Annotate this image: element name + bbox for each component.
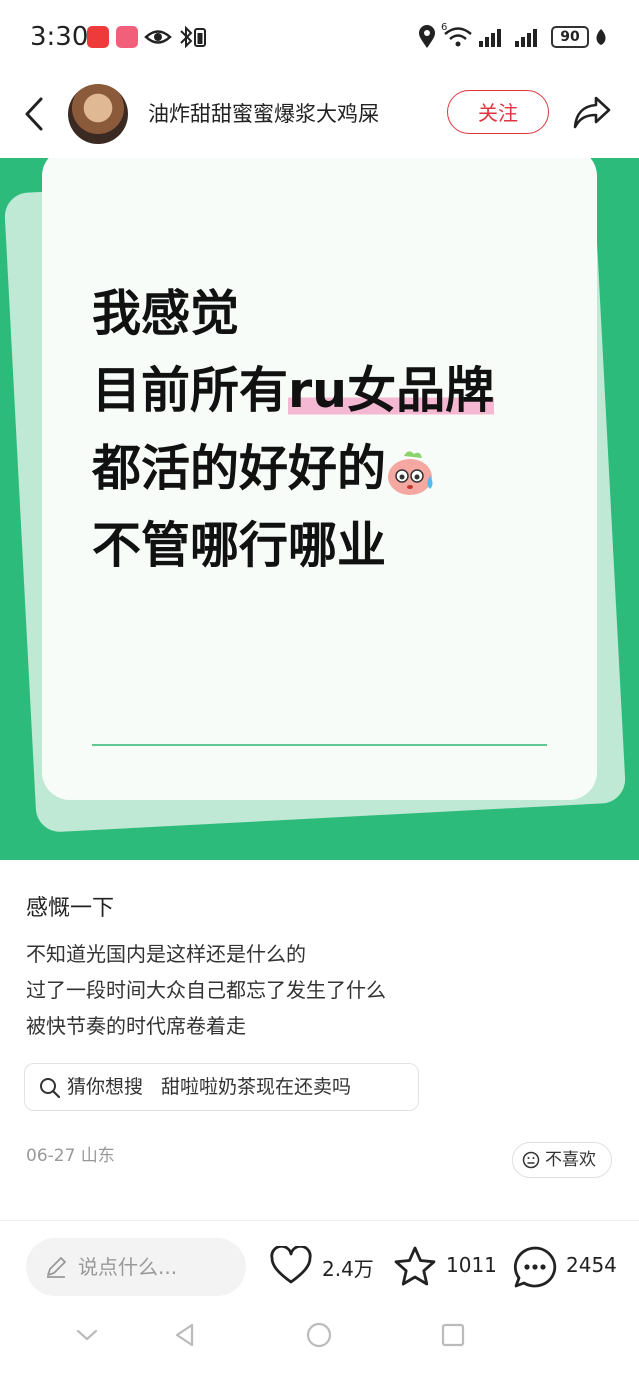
- post-date-location: 06-27 山东: [26, 1146, 115, 1166]
- battery-indicator: 90: [551, 26, 589, 48]
- nav-collapse-icon[interactable]: [74, 1322, 100, 1348]
- author-avatar[interactable]: [68, 84, 128, 144]
- back-icon[interactable]: [22, 96, 46, 132]
- post-body-line: 不知道光国内是这样还是什么的: [26, 942, 306, 966]
- nav-recents-icon[interactable]: [440, 1322, 466, 1348]
- hero-line-3: 都活的好好的: [92, 439, 438, 499]
- search-icon: [40, 1078, 61, 1099]
- post-body-line: 被快节奏的时代席卷着走: [26, 1014, 246, 1038]
- like-heart-icon[interactable]: [269, 1246, 313, 1286]
- follow-button[interactable]: 关注: [447, 90, 549, 134]
- app-notification-icon: [87, 26, 109, 48]
- comment-bubble-icon[interactable]: [512, 1245, 558, 1289]
- sweat-peach-emoji-icon: [388, 450, 433, 495]
- hero-line-4: 不管哪行哪业: [92, 517, 387, 574]
- favorite-star-icon[interactable]: [393, 1245, 437, 1287]
- post-body-line: 过了一段时间大众自己都忘了发生了什么: [26, 978, 386, 1002]
- share-icon[interactable]: [572, 94, 612, 130]
- search-query: 甜啦啦奶茶现在还卖吗: [161, 1076, 352, 1098]
- nav-back-icon[interactable]: [172, 1322, 198, 1348]
- favorite-count: 1011: [446, 1253, 497, 1277]
- card-divider: [92, 744, 547, 746]
- leaf-icon: [596, 29, 606, 45]
- hero-line-2: 目前所有ru女品牌: [92, 361, 495, 421]
- signal-icon-2: [515, 29, 537, 47]
- post-title: 感慨一下: [26, 896, 115, 921]
- neutral-face-icon: [522, 1151, 540, 1169]
- location-icon: [419, 25, 435, 48]
- like-count: 2.4万: [322, 1257, 374, 1281]
- network-label: 6: [441, 22, 448, 33]
- bottom-divider: [0, 1220, 639, 1221]
- hero-line-3-text: 都活的好好的: [92, 440, 387, 497]
- bluetooth-battery-icon: [180, 25, 206, 49]
- dislike-button[interactable]: 不喜欢: [512, 1142, 612, 1178]
- signal-icon: [479, 29, 501, 47]
- search-prefix: 猜你想搜: [67, 1076, 144, 1098]
- hero-line-2-prefix: 目前所有: [92, 362, 289, 419]
- status-time: 3:30: [30, 22, 89, 52]
- eye-icon: [144, 30, 172, 44]
- suggested-search[interactable]: 猜你想搜 甜啦啦奶茶现在还卖吗: [24, 1063, 419, 1111]
- hero-line-1: 我感觉: [92, 285, 240, 342]
- hero-highlight: ru女品牌: [288, 362, 495, 419]
- post-image[interactable]: 我感觉 目前所有ru女品牌 都活的好好的 不管哪行哪业: [0, 158, 639, 860]
- dislike-label: 不喜欢: [545, 1150, 596, 1170]
- comment-count: 2454: [566, 1253, 617, 1277]
- nav-home-icon[interactable]: [306, 1322, 332, 1348]
- author-name[interactable]: 油炸甜甜蜜蜜爆浆大鸡屎: [148, 98, 379, 128]
- pencil-icon: [47, 1257, 66, 1278]
- app-notification-icon-2: [116, 26, 138, 48]
- status-bar: 3:30 6 90: [0, 0, 639, 76]
